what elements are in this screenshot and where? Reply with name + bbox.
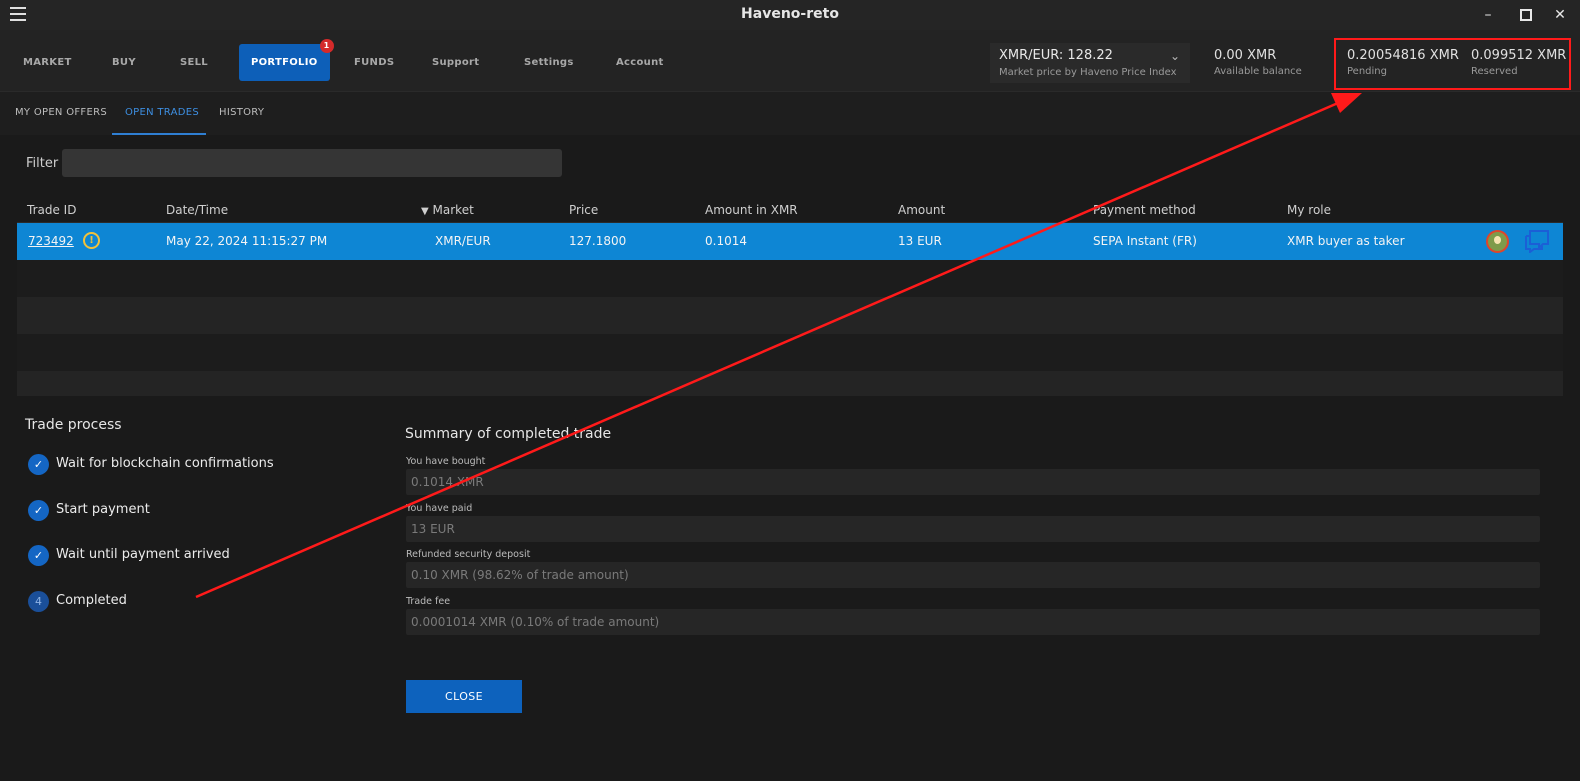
table-row-empty bbox=[17, 260, 1563, 297]
nav-market[interactable]: MARKET bbox=[23, 44, 72, 81]
col-amount[interactable]: Amount bbox=[898, 203, 945, 217]
check-icon: ✓ bbox=[28, 454, 49, 475]
table-row-empty bbox=[17, 371, 1563, 396]
col-payment-method[interactable]: Payment method bbox=[1093, 203, 1196, 217]
nav-portfolio-label: PORTFOLIO bbox=[251, 57, 318, 68]
tab-history[interactable]: HISTORY bbox=[219, 107, 264, 118]
filter-label: Filter bbox=[26, 156, 59, 171]
table-row-empty bbox=[17, 297, 1563, 334]
trade-process-title: Trade process bbox=[25, 417, 122, 433]
col-datetime[interactable]: Date/Time bbox=[166, 203, 228, 217]
nav-portfolio[interactable]: PORTFOLIO 1 bbox=[239, 39, 334, 81]
maximize-icon[interactable] bbox=[1516, 5, 1536, 25]
summary-title: Summary of completed trade bbox=[405, 426, 612, 442]
bought-label: You have bought bbox=[406, 456, 486, 467]
col-market-label: Market bbox=[432, 203, 474, 217]
filter-input[interactable] bbox=[62, 149, 562, 177]
table-row-empty bbox=[17, 334, 1563, 371]
security-deposit-field: 0.10 XMR (98.62% of trade amount) bbox=[406, 562, 1540, 588]
available-balance-label: Available balance bbox=[1214, 66, 1302, 77]
col-market[interactable]: ▼ Market bbox=[421, 203, 474, 217]
col-trade-id[interactable]: Trade ID bbox=[27, 203, 76, 217]
col-my-role[interactable]: My role bbox=[1287, 203, 1331, 217]
available-balance-value: 0.00 XMR bbox=[1214, 48, 1277, 63]
chevron-down-icon: ⌄ bbox=[1169, 49, 1180, 63]
cell-price: 127.1800 bbox=[569, 234, 627, 248]
col-price[interactable]: Price bbox=[569, 203, 598, 217]
peer-avatar-icon[interactable] bbox=[1486, 230, 1509, 253]
trade-fee-field: 0.0001014 XMR (0.10% of trade amount) bbox=[406, 609, 1540, 635]
table-header: Trade ID Date/Time ▼ Market Price Amount… bbox=[17, 199, 1563, 223]
bought-field: 0.1014 XMR bbox=[406, 469, 1540, 495]
table-row[interactable]: 723492 ! May 22, 2024 11:15:27 PM XMR/EU… bbox=[17, 223, 1563, 260]
check-icon: ✓ bbox=[28, 500, 49, 521]
tab-open-trades[interactable]: OPEN TRADES bbox=[125, 107, 199, 118]
step-label: Wait for blockchain confirmations bbox=[56, 456, 274, 471]
sort-descending-icon: ▼ bbox=[421, 206, 429, 217]
minimize-icon[interactable]: – bbox=[1478, 5, 1498, 25]
paid-label: You have paid bbox=[406, 503, 473, 514]
nav-support[interactable]: Support bbox=[432, 44, 479, 81]
app-window: Haveno-reto – ✕ MARKET BUY SELL PORTFOLI… bbox=[0, 0, 1580, 781]
title-bar: Haveno-reto – ✕ bbox=[0, 0, 1580, 30]
step-label: Wait until payment arrived bbox=[56, 547, 230, 562]
trade-id-link[interactable]: 723492 bbox=[28, 234, 74, 248]
nav-funds[interactable]: FUNDS bbox=[354, 44, 394, 81]
col-amount-xmr[interactable]: Amount in XMR bbox=[705, 203, 798, 217]
trade-fee-label: Trade fee bbox=[406, 596, 451, 607]
market-price-value: XMR/EUR: 128.22 bbox=[999, 48, 1113, 63]
nav-settings[interactable]: Settings bbox=[524, 44, 574, 81]
cell-amount: 13 EUR bbox=[898, 234, 942, 248]
cell-amount-xmr: 0.1014 bbox=[705, 234, 747, 248]
close-window-icon[interactable]: ✕ bbox=[1550, 5, 1570, 25]
step-label: Completed bbox=[56, 593, 127, 608]
cell-datetime: May 22, 2024 11:15:27 PM bbox=[166, 234, 328, 248]
market-price-label: Market price by Haveno Price Index bbox=[999, 67, 1177, 78]
step-number-badge: 4 bbox=[28, 591, 49, 612]
market-price-selector[interactable]: XMR/EUR: 128.22 Market price by Haveno P… bbox=[990, 43, 1190, 83]
cell-payment-method: SEPA Instant (FR) bbox=[1093, 234, 1197, 248]
window-title: Haveno-reto bbox=[741, 6, 839, 22]
trades-table: Trade ID Date/Time ▼ Market Price Amount… bbox=[17, 199, 1563, 396]
warning-icon[interactable]: ! bbox=[83, 232, 100, 249]
annotation-highlight-box bbox=[1334, 38, 1571, 90]
available-balance: 0.00 XMR Available balance bbox=[1214, 48, 1302, 77]
cell-market: XMR/EUR bbox=[435, 234, 491, 248]
nav-buy[interactable]: BUY bbox=[112, 44, 136, 81]
nav-sell[interactable]: SELL bbox=[180, 44, 208, 81]
security-deposit-label: Refunded security deposit bbox=[406, 549, 531, 560]
nav-account[interactable]: Account bbox=[616, 44, 664, 81]
tab-my-open-offers[interactable]: MY OPEN OFFERS bbox=[15, 107, 107, 118]
close-button[interactable]: CLOSE bbox=[406, 680, 522, 713]
paid-field: 13 EUR bbox=[406, 516, 1540, 542]
chat-icon[interactable] bbox=[1524, 229, 1550, 253]
check-icon: ✓ bbox=[28, 545, 49, 566]
step-label: Start payment bbox=[56, 502, 150, 517]
portfolio-subtabs: MY OPEN OFFERS OPEN TRADES HISTORY bbox=[0, 93, 1580, 135]
notification-badge: 1 bbox=[319, 39, 334, 53]
cell-role: XMR buyer as taker bbox=[1287, 234, 1405, 248]
